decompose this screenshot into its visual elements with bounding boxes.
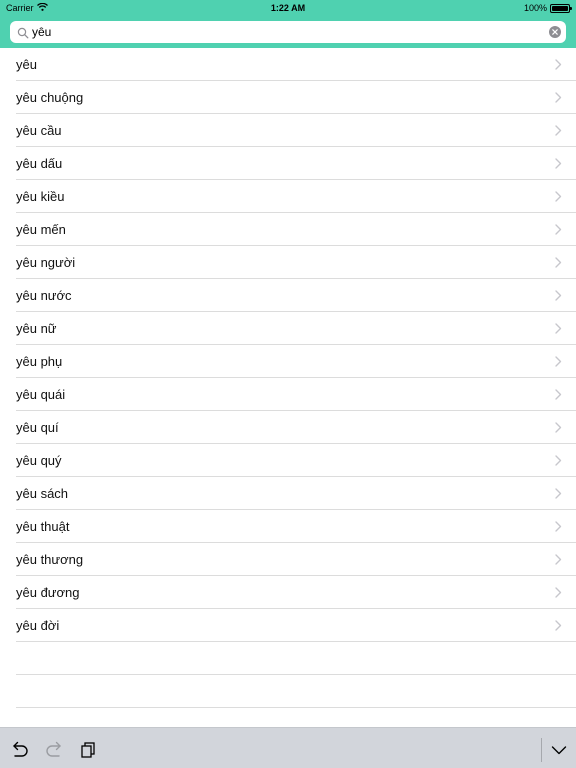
result-list: yêu yêu chuộng yêu cầu yêu dấu yêu kiều yêu m… <box>0 48 576 708</box>
list-item-label: yêu phụ <box>16 354 63 369</box>
list-item-label: yêu dấu <box>16 156 63 171</box>
chevron-right-icon <box>555 125 562 136</box>
list-item-label: yêu đương <box>16 585 80 600</box>
list-item[interactable]: yêu nước <box>16 279 576 312</box>
chevron-right-icon <box>555 587 562 598</box>
chevron-right-icon <box>555 257 562 268</box>
list-item[interactable]: yêu người <box>16 246 576 279</box>
paste-icon <box>81 742 95 758</box>
list-item-label: yêu quý <box>16 453 62 468</box>
list-item[interactable]: yêu chuộng <box>16 81 576 114</box>
chevron-right-icon <box>555 521 562 532</box>
status-bar: Carrier 1:22 AM 100% <box>0 0 576 16</box>
chevron-right-icon <box>555 488 562 499</box>
chevron-right-icon <box>555 59 562 70</box>
list-item[interactable]: yêu cầu <box>16 114 576 147</box>
list-item[interactable]: yêu quái <box>16 378 576 411</box>
list-item-label: yêu đời <box>16 618 60 633</box>
chevron-right-icon <box>555 92 562 103</box>
chevron-right-icon <box>555 389 562 400</box>
clock: 1:22 AM <box>270 3 306 13</box>
list-item[interactable]: yêu phụ <box>16 345 576 378</box>
list-item-label: yêu nữ <box>16 321 57 336</box>
paste-button[interactable] <box>78 740 98 760</box>
clear-search-button[interactable] <box>549 26 561 38</box>
list-item[interactable]: yêu thuật <box>16 510 576 543</box>
search-icon <box>17 26 29 39</box>
list-item-label: yêu thuật <box>16 519 70 534</box>
battery-icon <box>550 3 572 13</box>
redo-icon <box>46 741 61 757</box>
undo-button[interactable] <box>10 740 30 760</box>
toolbar-divider <box>541 738 542 762</box>
list-item-label: yêu chuộng <box>16 90 84 105</box>
chevron-right-icon <box>555 158 562 169</box>
list-item[interactable]: yêu dấu <box>16 147 576 180</box>
list-item[interactable]: yêu kiều <box>16 180 576 213</box>
search-bar[interactable] <box>10 21 566 43</box>
chevron-down-icon <box>551 746 567 755</box>
list-item[interactable]: yêu quí <box>16 411 576 444</box>
chevron-right-icon <box>555 554 562 565</box>
list-item[interactable]: yêu mến <box>16 213 576 246</box>
list-item[interactable]: yêu đương <box>16 576 576 609</box>
chevron-right-icon <box>555 422 562 433</box>
list-item[interactable]: yêu quý <box>16 444 576 477</box>
search-input[interactable] <box>32 21 542 43</box>
battery-percent: 100% <box>523 3 547 13</box>
list-item-label: yêu quái <box>16 387 66 402</box>
undo-icon <box>13 741 28 757</box>
chevron-right-icon <box>555 323 562 334</box>
keyboard-toolbar <box>0 727 576 768</box>
chevron-right-icon <box>555 455 562 466</box>
list-item[interactable]: yêu nữ <box>16 312 576 345</box>
status-right: 100% <box>523 0 572 16</box>
list-item-label: yêu nước <box>16 288 72 303</box>
dismiss-keyboard-button[interactable] <box>549 740 569 760</box>
list-item-label: yêu <box>16 57 37 72</box>
chevron-right-icon <box>555 290 562 301</box>
list-item-label: yêu quí <box>16 420 59 435</box>
list-item[interactable]: yêu <box>16 48 576 81</box>
chevron-right-icon <box>555 620 562 631</box>
list-item[interactable]: yêu thương <box>16 543 576 576</box>
chevron-right-icon <box>555 191 562 202</box>
header: Carrier 1:22 AM 100% <box>0 0 576 48</box>
list-item-label: yêu sách <box>16 486 69 501</box>
list-item-label: yêu kiều <box>16 189 65 204</box>
list-item[interactable]: yêu sách <box>16 477 576 510</box>
chevron-right-icon <box>555 356 562 367</box>
close-icon <box>552 29 558 35</box>
chevron-right-icon <box>555 224 562 235</box>
list-item[interactable]: yêu đời <box>16 609 576 642</box>
list-item-label: yêu mến <box>16 222 66 237</box>
list-item-label: yêu người <box>16 255 76 270</box>
empty-row <box>16 642 576 675</box>
list-item-label: yêu thương <box>16 552 84 567</box>
redo-button[interactable] <box>44 740 64 760</box>
list-item-label: yêu cầu <box>16 123 62 138</box>
empty-row <box>16 675 576 708</box>
